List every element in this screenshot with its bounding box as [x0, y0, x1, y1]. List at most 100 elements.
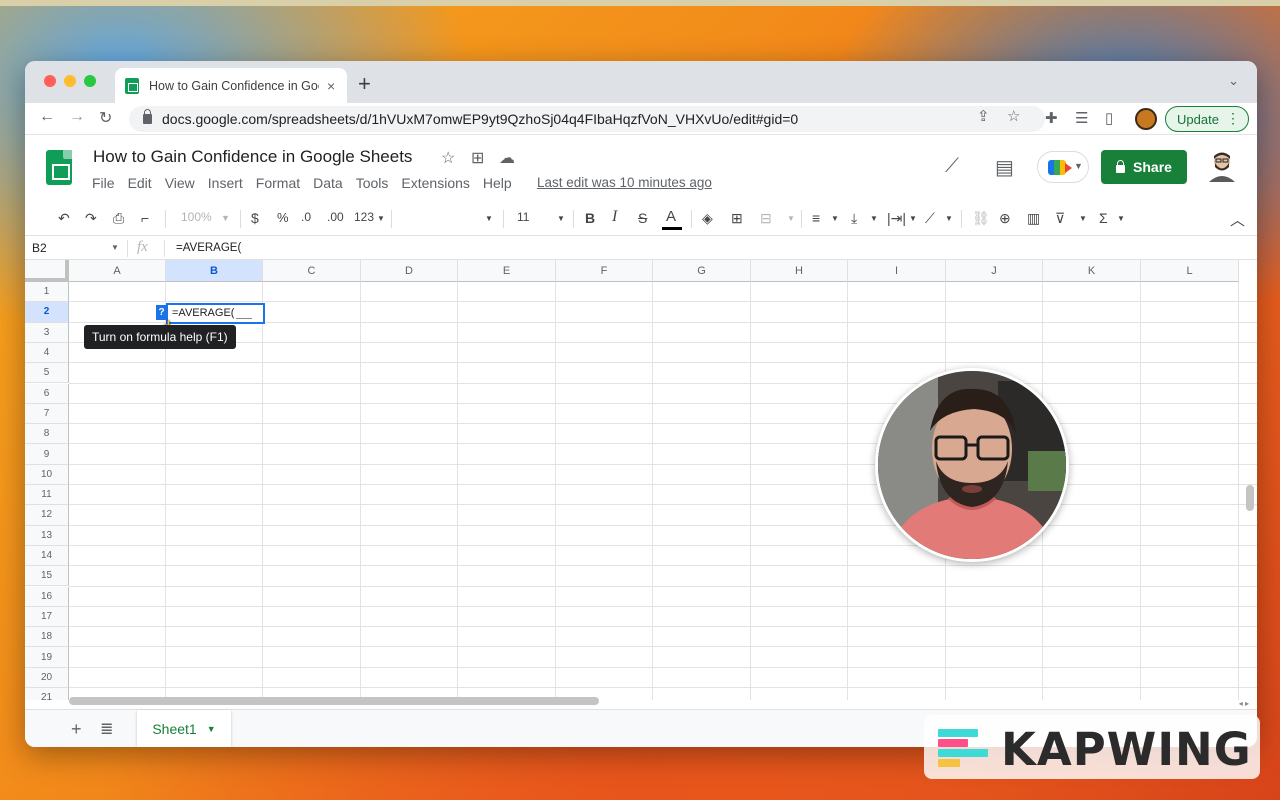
row-header-14[interactable]: 14: [25, 545, 69, 567]
menu-view[interactable]: View: [165, 175, 195, 191]
row-header-17[interactable]: 17: [25, 606, 69, 628]
last-edit-link[interactable]: Last edit was 10 minutes ago: [537, 175, 712, 190]
row-header-1[interactable]: 1: [25, 282, 69, 303]
row-header-7[interactable]: 7: [25, 403, 69, 425]
redo-icon[interactable]: ↷: [85, 210, 97, 227]
row-header-19[interactable]: 19: [25, 647, 69, 668]
increase-decimal-button[interactable]: .00: [327, 210, 344, 224]
share-page-icon[interactable]: ⇪: [977, 107, 990, 125]
paint-format-icon[interactable]: ⌐: [141, 210, 149, 226]
align-caret-icon[interactable]: ▼: [831, 214, 839, 223]
more-vert-icon[interactable]: ⋮: [1226, 110, 1240, 127]
new-tab-button[interactable]: +: [358, 71, 371, 97]
sheet-tab-caret-icon[interactable]: ▼: [207, 724, 216, 734]
reading-list-icon[interactable]: ☰: [1075, 109, 1088, 127]
font-size-select[interactable]: 11: [517, 210, 529, 224]
font-family-caret-icon[interactable]: ▼: [485, 214, 493, 223]
formula-help-badge[interactable]: ?: [156, 304, 167, 320]
url-text[interactable]: docs.google.com/spreadsheets/d/1hVUxM7om…: [162, 111, 798, 127]
lock-icon[interactable]: [143, 109, 152, 124]
vertical-align-icon[interactable]: ⤓: [851, 210, 857, 227]
horizontal-scrollbar-thumb[interactable]: [69, 697, 599, 705]
menu-file[interactable]: File: [92, 175, 115, 191]
star-icon[interactable]: ☆: [1007, 107, 1020, 125]
minimize-window-button[interactable]: [64, 75, 76, 87]
row-header-9[interactable]: 9: [25, 444, 69, 465]
activity-trend-icon[interactable]: ⟋: [945, 155, 959, 178]
rotation-caret-icon[interactable]: ▼: [945, 214, 953, 223]
row-header-18[interactable]: 18: [25, 627, 69, 648]
omnibox[interactable]: docs.google.com/spreadsheets/d/1hVUxM7om…: [129, 106, 1045, 132]
column-header-h[interactable]: H: [751, 260, 848, 282]
menu-insert[interactable]: Insert: [208, 175, 243, 191]
row-header-2[interactable]: 2: [25, 302, 69, 323]
row-header-3[interactable]: 3: [25, 322, 69, 343]
cell-input-text[interactable]: =AVERAGE(: [172, 307, 253, 319]
bold-button[interactable]: B: [585, 210, 595, 226]
name-box[interactable]: B2: [32, 241, 47, 255]
currency-format-button[interactable]: $: [251, 210, 259, 226]
menu-format[interactable]: Format: [256, 175, 300, 191]
functions-icon[interactable]: Σ: [1099, 210, 1108, 226]
browser-tab-active[interactable]: How to Gain Confidence in Goo ×: [115, 68, 347, 103]
profile-avatar[interactable]: [1135, 108, 1157, 130]
reload-icon[interactable]: ↻: [99, 108, 112, 128]
row-header-15[interactable]: 15: [25, 566, 69, 587]
functions-caret-icon[interactable]: ▼: [1117, 214, 1125, 223]
tab-close-icon[interactable]: ×: [327, 78, 335, 94]
column-header-e[interactable]: E: [458, 260, 556, 282]
collapse-toolbar-chevron-icon[interactable]: ︿: [1230, 209, 1245, 230]
row-header-12[interactable]: 12: [25, 505, 69, 526]
share-button[interactable]: Share: [1101, 150, 1187, 184]
column-header-b[interactable]: B: [166, 260, 263, 282]
print-icon[interactable]: ⎙: [113, 210, 124, 227]
tab-search-chevron-icon[interactable]: ⌄: [1228, 73, 1239, 89]
side-panel-icon[interactable]: ▯: [1105, 109, 1113, 127]
merge-cells-icon[interactable]: ⊟: [760, 210, 772, 227]
scroll-arrows-icon[interactable]: ◂ ▸: [1239, 699, 1249, 708]
menu-extensions[interactable]: Extensions: [401, 175, 469, 191]
valign-caret-icon[interactable]: ▼: [870, 214, 878, 223]
zoom-window-button[interactable]: [84, 75, 96, 87]
select-all-corner[interactable]: [25, 260, 69, 282]
menu-edit[interactable]: Edit: [128, 175, 152, 191]
extensions-icon[interactable]: ✚: [1045, 109, 1058, 127]
zoom-select[interactable]: 100%: [181, 210, 212, 224]
row-header-5[interactable]: 5: [25, 363, 69, 384]
filter-caret-icon[interactable]: ▼: [1079, 214, 1087, 223]
text-color-button[interactable]: A: [666, 208, 676, 225]
move-folder-icon[interactable]: ⊞: [471, 148, 484, 168]
menu-tools[interactable]: Tools: [356, 175, 389, 191]
column-header-a[interactable]: A: [69, 260, 166, 282]
update-button[interactable]: Update ⋮: [1165, 106, 1249, 132]
row-header-8[interactable]: 8: [25, 424, 69, 445]
percent-format-button[interactable]: %: [277, 210, 289, 225]
column-header-f[interactable]: F: [556, 260, 653, 282]
row-header-11[interactable]: 11: [25, 485, 69, 506]
row-header-6[interactable]: 6: [25, 383, 69, 404]
add-sheet-button[interactable]: +: [71, 719, 82, 740]
horizontal-align-icon[interactable]: ≡: [812, 210, 820, 226]
text-wrap-icon[interactable]: |⇥|: [887, 210, 906, 227]
row-header-13[interactable]: 13: [25, 525, 69, 546]
close-window-button[interactable]: [44, 75, 56, 87]
vertical-scrollbar-thumb[interactable]: [1246, 485, 1254, 511]
row-header-20[interactable]: 20: [25, 667, 69, 688]
row-header-16[interactable]: 16: [25, 586, 69, 607]
column-header-i[interactable]: I: [848, 260, 946, 282]
merge-caret-icon[interactable]: ▼: [787, 214, 795, 223]
row-header-10[interactable]: 10: [25, 464, 69, 485]
row-header-21[interactable]: 21: [25, 688, 69, 700]
column-header-c[interactable]: C: [263, 260, 361, 282]
wrap-caret-icon[interactable]: ▼: [909, 214, 917, 223]
menu-data[interactable]: Data: [313, 175, 343, 191]
zoom-caret-icon[interactable]: ▼: [221, 213, 230, 223]
name-box-caret-icon[interactable]: ▼: [111, 243, 119, 252]
column-header-d[interactable]: D: [361, 260, 458, 282]
insert-chart-icon[interactable]: ▥: [1027, 210, 1040, 227]
menu-help[interactable]: Help: [483, 175, 512, 191]
user-avatar[interactable]: [1207, 150, 1237, 182]
italic-button[interactable]: I: [612, 208, 617, 226]
font-size-caret-icon[interactable]: ▼: [557, 214, 565, 223]
decrease-decimal-button[interactable]: .0: [301, 210, 311, 224]
